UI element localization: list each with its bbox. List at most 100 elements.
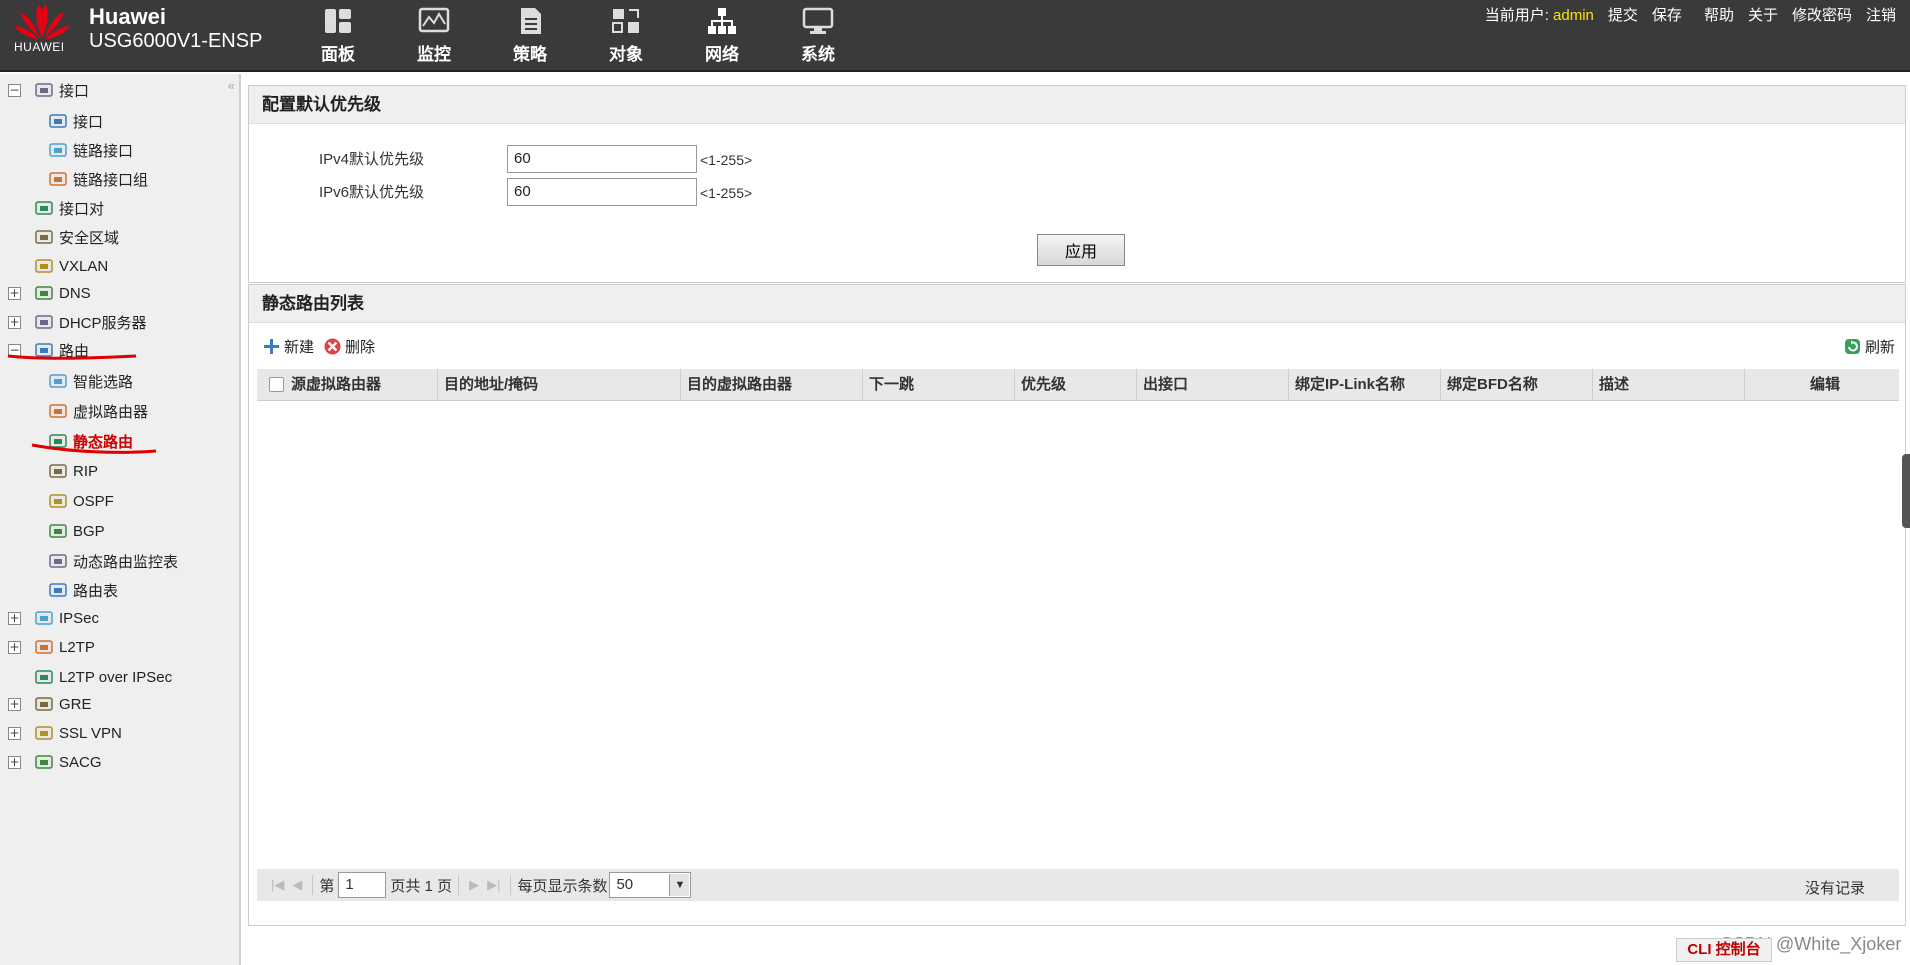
sidebar-item[interactable]: 接口 bbox=[48, 109, 103, 133]
col-bfd[interactable]: 绑定BFD名称 bbox=[1440, 369, 1591, 401]
sidebar-item[interactable]: 接口 bbox=[34, 78, 89, 102]
sidebar-item[interactable]: 虚拟路由器 bbox=[48, 399, 148, 423]
first-page-icon[interactable]: |◀ bbox=[271, 877, 284, 893]
page-prefix: 第 bbox=[319, 877, 335, 895]
sidebar-item[interactable]: SSL VPN bbox=[34, 721, 122, 745]
sidebar-tree: « − 接口 接口 链路接口 链路接口组 接口对 安全区域 VXLAN + DNS + DHCP服务器… bbox=[0, 74, 241, 965]
sidebar-item[interactable]: RIP bbox=[48, 459, 98, 483]
nav-network[interactable]: 网络 bbox=[674, 6, 770, 66]
sidebar-item[interactable]: SACG bbox=[34, 750, 102, 774]
sidebar-item[interactable]: 链路接口组 bbox=[48, 167, 148, 191]
policy-icon bbox=[521, 8, 541, 34]
sidebar-item-label: BGP bbox=[73, 522, 105, 540]
col-dest-mask[interactable]: 目的地址/掩码 bbox=[437, 369, 679, 401]
col-out-interface[interactable]: 出接口 bbox=[1136, 369, 1287, 401]
sidebar-item-label: L2TP over IPSec bbox=[59, 668, 173, 686]
tree-expander[interactable]: + bbox=[8, 727, 21, 740]
refresh-icon bbox=[1844, 339, 1860, 354]
dashboard-icon bbox=[325, 9, 351, 33]
tree-expander[interactable]: + bbox=[8, 612, 21, 625]
tree-expander[interactable]: + bbox=[8, 641, 21, 654]
current-user-label: 当前用户: bbox=[1484, 7, 1549, 24]
sidebar-item[interactable]: GRE bbox=[34, 692, 92, 716]
sidebar-item-label: 接口 bbox=[59, 82, 90, 100]
sidebar-item[interactable]: 接口对 bbox=[34, 196, 104, 220]
sidebar-item-label: 接口 bbox=[73, 113, 104, 131]
sidebar-item-label: OSPF bbox=[73, 492, 114, 510]
col-next-hop[interactable]: 下一跳 bbox=[862, 369, 1013, 401]
sidebar-item[interactable]: L2TP bbox=[34, 635, 95, 659]
next-page-icon[interactable]: ▶ bbox=[469, 877, 479, 893]
new-route-button[interactable]: 新建 bbox=[263, 336, 314, 357]
route-table-icon bbox=[49, 583, 67, 597]
page-number-input[interactable]: 1 bbox=[338, 872, 387, 898]
page-size-select[interactable]: 50 ▼ bbox=[609, 872, 692, 898]
collapse-sidebar-button[interactable]: « bbox=[228, 78, 235, 93]
sidebar-item-label: 智能选路 bbox=[73, 373, 134, 391]
refresh-button[interactable]: 刷新 bbox=[1844, 336, 1895, 357]
col-ip-link[interactable]: 绑定IP-Link名称 bbox=[1288, 369, 1439, 401]
tree-expander[interactable]: + bbox=[8, 287, 21, 300]
tree-expander[interactable]: + bbox=[8, 698, 21, 711]
device-model: USG6000V1-ENSP bbox=[89, 30, 263, 52]
ipv6-priority-input[interactable]: 60 bbox=[507, 178, 697, 206]
apply-button[interactable]: 应用 bbox=[1037, 234, 1125, 266]
sidebar-item-label: SSL VPN bbox=[59, 724, 122, 742]
nav-monitor[interactable]: 监控 bbox=[386, 6, 482, 66]
sidebar-item[interactable]: 链路接口 bbox=[48, 138, 133, 162]
nav-policy[interactable]: 策略 bbox=[482, 6, 578, 66]
no-records-text: 没有记录 bbox=[1804, 880, 1865, 897]
sidebar-item[interactable]: L2TP over IPSec bbox=[34, 665, 172, 689]
sidebar-item[interactable]: VXLAN bbox=[34, 254, 108, 278]
sidebar-item[interactable]: OSPF bbox=[48, 489, 114, 513]
col-description[interactable]: 描述 bbox=[1592, 369, 1743, 401]
help-link[interactable]: 帮助 bbox=[1704, 4, 1734, 25]
top-nav: 面板 监控 策略 对象 网络 系统 bbox=[290, 6, 866, 66]
tree-expander[interactable]: + bbox=[8, 756, 21, 769]
commit-link[interactable]: 提交 bbox=[1608, 4, 1638, 25]
interface-icon bbox=[35, 83, 53, 97]
nav-object[interactable]: 对象 bbox=[578, 6, 674, 66]
tree-expander[interactable]: − bbox=[8, 84, 21, 97]
col-dest-vrouter[interactable]: 目的虚拟路由器 bbox=[680, 369, 861, 401]
col-edit[interactable]: 编辑 bbox=[1744, 369, 1899, 401]
chevron-down-icon[interactable]: ▼ bbox=[669, 874, 690, 896]
last-page-icon[interactable]: ▶| bbox=[487, 877, 500, 893]
sidebar-item-label: DHCP服务器 bbox=[59, 314, 147, 332]
page-total: 页共 1 页 bbox=[390, 877, 453, 895]
sidebar-item[interactable]: BGP bbox=[48, 519, 105, 543]
delete-route-button[interactable]: 删除 bbox=[324, 336, 375, 357]
nav-label: 面板 bbox=[321, 45, 355, 64]
current-user-info: 当前用户: admin bbox=[1485, 4, 1594, 25]
main-content: 配置默认优先级 IPv4默认优先级 60 <1-255> IPv6默认优先级 6… bbox=[245, 76, 1910, 965]
prev-page-icon[interactable]: ◀ bbox=[292, 877, 302, 893]
col-priority[interactable]: 优先级 bbox=[1014, 369, 1135, 401]
nav-dashboard[interactable]: 面板 bbox=[290, 6, 386, 66]
side-panel-handle[interactable] bbox=[1902, 454, 1910, 528]
sslvpn-icon bbox=[35, 726, 53, 740]
sidebar-item[interactable]: 安全区域 bbox=[34, 225, 119, 249]
sidebar-item[interactable]: 动态路由监控表 bbox=[48, 549, 178, 573]
about-link[interactable]: 关于 bbox=[1748, 4, 1778, 25]
refresh-label: 刷新 bbox=[1864, 339, 1895, 356]
sidebar-item[interactable]: 智能选路 bbox=[48, 369, 133, 393]
tree-expander[interactable]: + bbox=[8, 316, 21, 329]
save-link[interactable]: 保存 bbox=[1652, 4, 1682, 25]
ipv4-priority-input[interactable]: 60 bbox=[507, 145, 697, 173]
col-source-vrouter[interactable]: 源虚拟路由器 bbox=[285, 369, 435, 401]
page-size-value: 50 bbox=[616, 876, 634, 893]
select-all-checkbox[interactable] bbox=[269, 377, 284, 392]
change-password-link[interactable]: 修改密码 bbox=[1792, 4, 1852, 25]
nav-label: 对象 bbox=[609, 45, 643, 64]
nav-system[interactable]: 系统 bbox=[770, 6, 866, 66]
network-icon bbox=[708, 8, 736, 34]
new-label: 新建 bbox=[284, 339, 315, 356]
sidebar-item[interactable]: DHCP服务器 bbox=[34, 310, 147, 334]
sidebar-item[interactable]: IPSec bbox=[34, 606, 99, 630]
sidebar-item[interactable]: 路由表 bbox=[48, 578, 118, 602]
page-size-label: 每页显示条数 bbox=[517, 877, 608, 895]
logout-link[interactable]: 注销 bbox=[1866, 4, 1896, 25]
nav-label: 网络 bbox=[705, 45, 739, 64]
sidebar-item[interactable]: DNS bbox=[34, 281, 91, 305]
cli-console-button[interactable]: CLI 控制台 bbox=[1676, 938, 1772, 962]
